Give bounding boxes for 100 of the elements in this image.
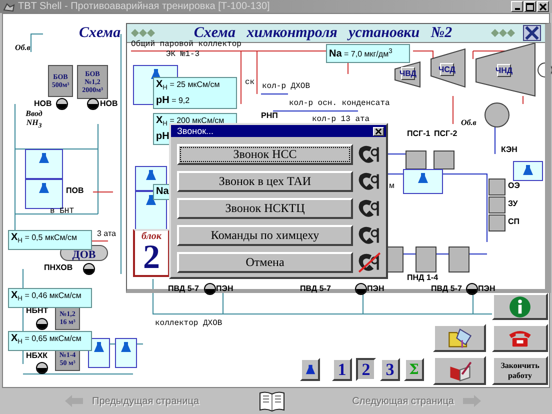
call-option-button[interactable]: Звонок в цех ТАИ — [177, 171, 353, 192]
scheme-label: кол-р 13 ата — [312, 115, 370, 125]
pump-icon — [87, 98, 99, 110]
scheme-label: КЭН — [501, 145, 518, 155]
pump-icon — [83, 263, 95, 275]
scheme-label: ЗУ — [508, 199, 518, 209]
minimize-icon — [514, 8, 520, 10]
scheme-label: Об.в — [461, 118, 476, 127]
reading-value: Na — [156, 186, 169, 198]
pump-label: НБХК — [26, 351, 48, 361]
call-option-button[interactable]: Звонок НСС — [177, 144, 353, 165]
scheme-label: м — [389, 181, 394, 191]
scheme-label: ПОВ — [66, 186, 84, 196]
pump-icon — [36, 318, 48, 330]
heater-drawing — [406, 150, 426, 170]
heater-drawing — [448, 246, 470, 272]
pump-label: НОВ — [34, 99, 52, 109]
scheme-label: коллектор ДХОВ — [155, 319, 222, 329]
scheme-label: 3 ата — [97, 229, 116, 239]
maximize-button[interactable] — [524, 1, 536, 12]
pump-label: ПЭН — [478, 284, 496, 294]
pump-icon — [355, 283, 367, 295]
heater-drawing — [488, 196, 506, 214]
maximize-icon — [526, 2, 534, 10]
book-icon — [258, 390, 286, 412]
flask-icon — [522, 164, 534, 176]
reading-value: X$_{H}$ = 25 мкСм/см — [156, 79, 220, 94]
call-option-button[interactable]: Команды по химцеху — [177, 225, 353, 246]
pump-icon — [204, 283, 216, 295]
page-button[interactable]: 1 — [332, 358, 352, 381]
flask-button[interactable] — [300, 358, 320, 381]
window-title: TBT Shell - Противоаварийная тренировка [Т-100-130] — [18, 1, 271, 12]
heater-drawing — [488, 178, 506, 196]
scheme-label: ПСГ-2 — [434, 129, 458, 139]
journal-button[interactable] — [433, 356, 486, 385]
pipe-line — [452, 96, 454, 124]
reading-value: X$_{H}$ = 0,65 мкСм/см — [11, 333, 82, 348]
flask-icon — [145, 169, 157, 181]
heater-drawing — [416, 246, 436, 272]
scheme-label: ПВД 5-7 — [168, 284, 199, 294]
scheme-label: кол-р осн. конденсата — [289, 99, 390, 109]
minimize-button[interactable] — [511, 1, 523, 12]
heater-drawing — [434, 150, 454, 170]
pump-label: НОВ — [100, 99, 118, 109]
scheme-label: ПВД 5-7 — [300, 284, 331, 294]
flask-icon — [304, 364, 316, 375]
scheme-label: ск — [245, 78, 255, 88]
call-option-button[interactable]: Отмена — [177, 252, 353, 273]
scheme-title: Схема — [79, 25, 121, 42]
scheme-label: кол-р ДХОВ — [262, 82, 310, 92]
info-icon — [509, 296, 531, 318]
scheme-label: ЭК №1-3 — [166, 50, 200, 60]
block-label: блок — [142, 231, 162, 242]
reading-value: X$_{H}$ = 0,46 мкСм/см — [11, 290, 82, 305]
folder-icon — [446, 327, 472, 349]
flask-icon — [38, 182, 50, 194]
tank-label: ДОВ — [72, 248, 96, 260]
flask-icon — [93, 341, 105, 353]
scheme-label: ОЭ — [508, 181, 520, 191]
flask-icon — [120, 341, 132, 353]
inner-window-title: Схема химконтроля установки №2 — [193, 24, 454, 42]
reading-value: X$_{H}$ = 0,5 мкСм/см — [11, 232, 77, 247]
flask-icon — [38, 152, 50, 164]
pump-label: ПЭН — [216, 284, 234, 294]
info-button[interactable] — [492, 293, 548, 320]
call-option-button[interactable]: Звонок НСКТЦ — [177, 198, 353, 219]
reading-value: pH — [156, 130, 170, 143]
pump-icon — [36, 362, 48, 374]
pump-icon — [56, 98, 68, 110]
scheme-label: ПНД 1-4 — [407, 273, 438, 283]
scheme-label: Об.в — [15, 43, 30, 52]
close-button[interactable] — [523, 25, 541, 41]
pump-icon — [466, 283, 478, 295]
phone-button[interactable] — [492, 324, 548, 352]
telephone-icon — [507, 328, 533, 348]
folder-button[interactable] — [433, 324, 486, 352]
page-button[interactable]: 2 — [356, 358, 376, 381]
finish-button[interactable]: Закончить работу — [492, 356, 548, 385]
diamonds-icon — [131, 29, 155, 37]
pump-label: ПЭН — [367, 284, 384, 294]
reading-value: Na = 7,0 мкг/дм$^{3}$ — [329, 47, 392, 61]
page-button[interactable]: 3 — [380, 358, 400, 381]
flask-icon — [417, 172, 429, 184]
pipe-line — [412, 50, 434, 60]
left-arrow-icon — [64, 394, 84, 408]
right-arrow-icon — [462, 394, 482, 408]
scheme-label: ПВД 5-7 — [431, 284, 462, 294]
pump-label: ПНХОВ — [44, 263, 73, 273]
flask-icon — [145, 194, 157, 206]
scheme-label: РНП — [261, 111, 278, 121]
scheme-label: Ввод NH$_{3}$ — [24, 109, 44, 130]
scheme-label: СП — [508, 217, 520, 227]
reading-value: pH = 9,2 — [156, 94, 190, 107]
scheme-label: Общий паровой коллектор — [131, 40, 242, 50]
condenser-drawing — [484, 102, 510, 128]
scheme-label: ПСГ-1 — [407, 129, 430, 139]
dialog-title: Звонок... — [177, 126, 215, 136]
block-number: 2 — [143, 242, 160, 274]
heater-drawing — [488, 214, 506, 232]
pipe-line — [30, 34, 44, 52]
